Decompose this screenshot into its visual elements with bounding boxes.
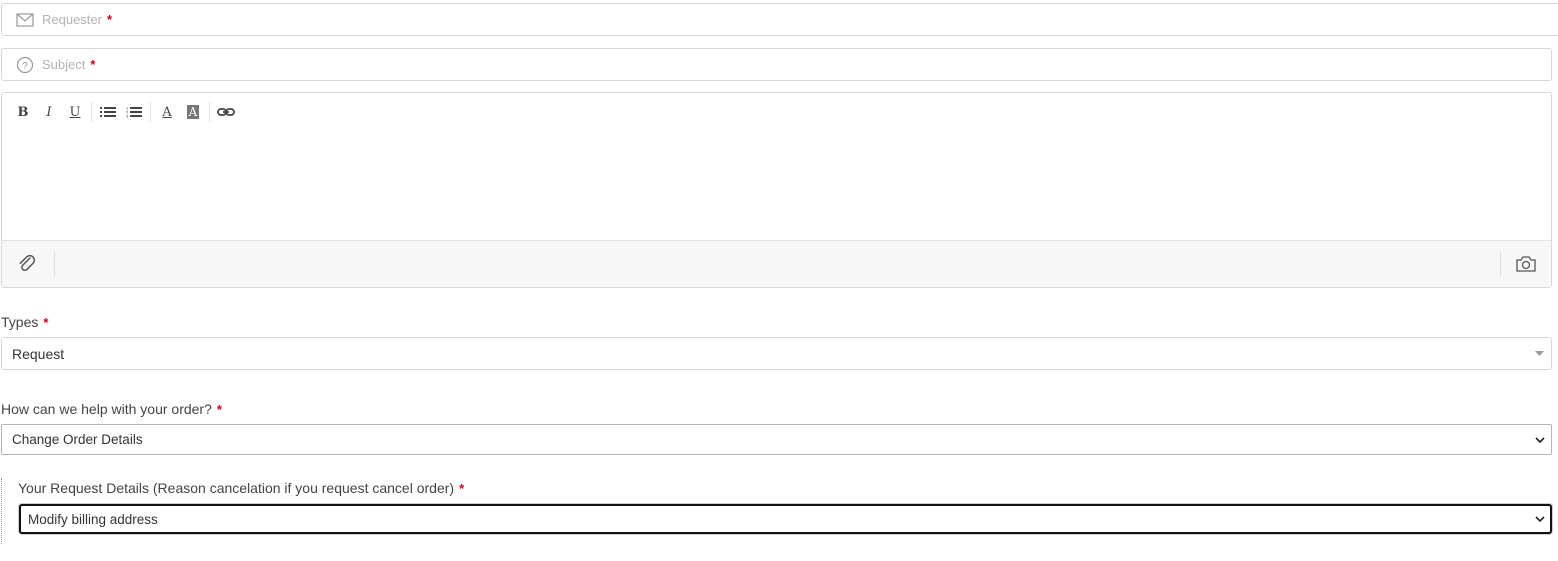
requester-required-mark: * xyxy=(106,12,113,27)
nested-field-guide xyxy=(1,478,2,544)
types-select[interactable]: Request xyxy=(1,337,1552,370)
font-color-button[interactable]: A xyxy=(154,101,180,123)
chevron-down-icon xyxy=(1530,516,1550,522)
paperclip-icon[interactable] xyxy=(16,253,38,275)
toolbar-divider xyxy=(91,102,92,122)
types-value: Request xyxy=(12,345,65,362)
requester-placeholder: Requester xyxy=(42,12,102,27)
numbered-list-icon: 123 xyxy=(126,106,142,118)
link-button[interactable] xyxy=(213,101,239,123)
toolbar-divider xyxy=(209,102,210,122)
svg-text:3: 3 xyxy=(126,114,129,119)
bold-button[interactable]: B xyxy=(10,101,36,123)
order-help-value: Change Order Details xyxy=(12,432,143,447)
highlight-button[interactable]: A xyxy=(180,101,206,123)
subject-placeholder: Subject xyxy=(42,57,86,72)
request-details-value: Modify billing address xyxy=(28,511,158,527)
footer-divider xyxy=(1500,251,1501,277)
underline-button[interactable]: U xyxy=(62,101,88,123)
request-details-select[interactable]: Modify billing address xyxy=(19,504,1552,534)
bullet-list-icon xyxy=(100,107,116,117)
editor-toolbar: B I U 123 A A xyxy=(10,101,239,123)
requester-field[interactable]: Requester * xyxy=(1,3,1558,36)
italic-button[interactable]: I xyxy=(36,101,62,123)
camera-icon[interactable] xyxy=(1515,255,1537,273)
chevron-down-icon xyxy=(1529,436,1551,443)
svg-text:?: ? xyxy=(22,61,28,72)
dropdown-caret-icon xyxy=(1527,351,1551,356)
types-label: Types * xyxy=(1,314,49,330)
envelope-icon xyxy=(16,11,34,29)
request-details-label: Your Request Details (Reason cancelation… xyxy=(18,480,465,496)
footer-divider xyxy=(54,251,55,277)
link-icon xyxy=(217,108,235,116)
bullet-list-button[interactable] xyxy=(95,101,121,123)
toolbar-divider xyxy=(150,102,151,122)
subject-required-mark: * xyxy=(90,57,96,72)
question-circle-icon: ? xyxy=(16,56,34,74)
order-help-select[interactable]: Change Order Details xyxy=(1,424,1552,455)
order-help-label: How can we help with your order? * xyxy=(1,401,222,417)
description-editor[interactable]: B I U 123 A A xyxy=(1,92,1552,288)
editor-footer xyxy=(2,240,1551,287)
subject-field[interactable]: ? Subject * xyxy=(1,48,1552,81)
numbered-list-button[interactable]: 123 xyxy=(121,101,147,123)
